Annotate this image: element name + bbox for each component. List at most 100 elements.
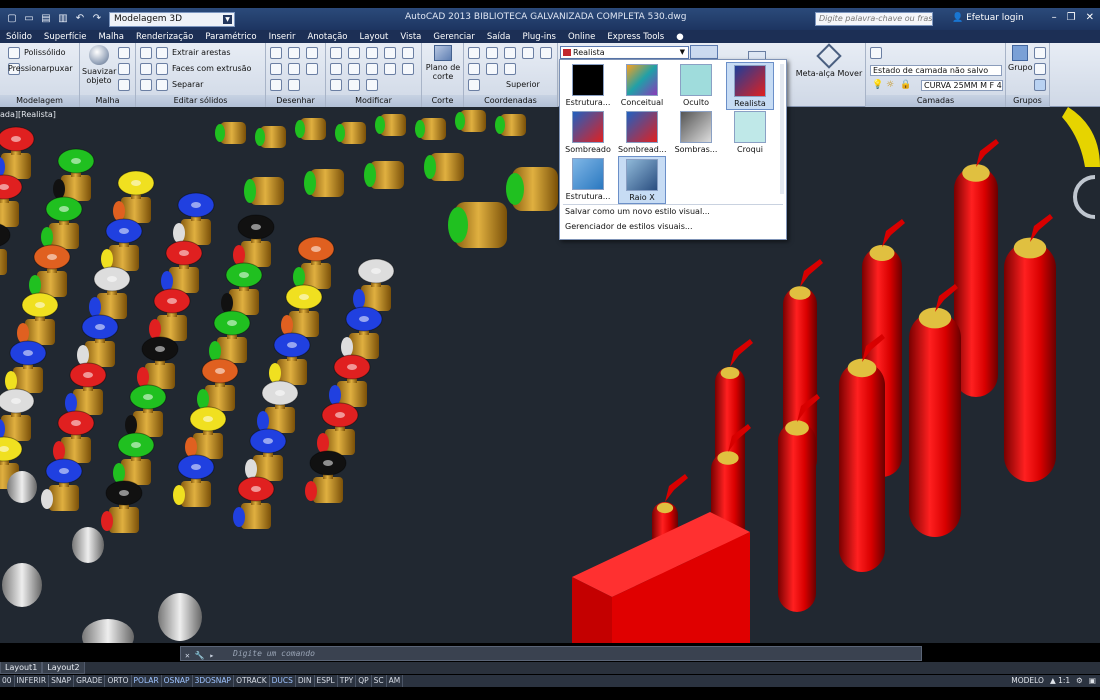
new-icon[interactable]: ▢	[6, 13, 18, 25]
union-icon[interactable]	[140, 47, 152, 59]
menu-tab-6[interactable]: Anotação	[301, 32, 353, 42]
workspace-dropdown[interactable]: Modelagem 3D ▼	[109, 11, 235, 27]
mirror-icon[interactable]	[384, 47, 396, 59]
interfere-icon[interactable]	[156, 79, 168, 91]
stretch-icon[interactable]	[366, 79, 378, 91]
status-toggle-otrack[interactable]: OTRACK	[234, 675, 270, 687]
lightbulb-icon[interactable]: 💡	[872, 80, 883, 90]
presspull-label[interactable]: Pressionarpuxar	[8, 64, 73, 73]
visual-style-8[interactable]: Croqui	[726, 109, 774, 157]
status-toggle-3dosnap[interactable]: 3DOSNAP	[193, 675, 235, 687]
visual-style-tool-icon[interactable]	[690, 45, 718, 59]
visual-style-combobox[interactable]: Realista ▼	[560, 46, 689, 59]
command-line[interactable]: ✕ 🔧 ▸ Digite um comando	[180, 646, 922, 661]
ucs-world-icon[interactable]	[486, 47, 498, 59]
visual-style-6[interactable]: Sombread...	[618, 109, 667, 157]
dropdown-scrollbar[interactable]	[780, 64, 784, 194]
copy-icon[interactable]	[366, 47, 378, 59]
move-icon[interactable]	[330, 47, 342, 59]
circle-icon[interactable]	[270, 63, 282, 75]
visual-style-4[interactable]: Realista	[726, 62, 774, 110]
lock-icon[interactable]: 🔒	[900, 80, 911, 90]
ungroup-icon[interactable]	[1034, 47, 1046, 59]
ucs-origin-icon[interactable]	[504, 47, 516, 59]
array-icon[interactable]	[330, 63, 342, 75]
menu-tab-7[interactable]: Layout	[354, 32, 395, 42]
menu-tab-4[interactable]: Paramétrico	[199, 32, 262, 42]
status-toggle-sc[interactable]: SC	[372, 675, 387, 687]
offset-icon[interactable]	[384, 63, 396, 75]
minimize-icon[interactable]: –	[1052, 12, 1057, 23]
rotate-icon[interactable]	[348, 47, 360, 59]
thicken-icon[interactable]	[156, 63, 168, 75]
ellipse-icon[interactable]	[306, 63, 318, 75]
extrude-faces-button[interactable]: Faces com extrusão	[172, 64, 251, 73]
drawing-viewport[interactable]: ada][Realista]	[0, 107, 1100, 643]
menu-tab-12[interactable]: Online	[562, 32, 601, 42]
menu-tab-9[interactable]: Gerenciar	[427, 32, 480, 42]
menu-tab-8[interactable]: Vista	[394, 32, 427, 42]
status-toggle-tpy[interactable]: TPY	[338, 675, 357, 687]
redo-icon[interactable]: ↷	[91, 13, 103, 25]
section-plane-button[interactable]: Plano de corte	[424, 45, 462, 81]
layer-state-dropdown[interactable]: Estado de camada não salvo	[870, 65, 1002, 76]
ucs-view-icon[interactable]	[504, 63, 516, 75]
separate-button[interactable]: Separar	[172, 80, 203, 89]
view-superior-dropdown[interactable]: Superior	[506, 80, 540, 89]
visual-style-2[interactable]: Conceitual	[618, 62, 666, 110]
erase-icon[interactable]	[402, 63, 414, 75]
menu-tab-11[interactable]: Plug-ins	[516, 32, 562, 42]
align-icon[interactable]	[330, 79, 342, 91]
trim-icon[interactable]	[366, 63, 378, 75]
status-toggle-am[interactable]: AM	[387, 675, 404, 687]
move-gizmo-button[interactable]: Meta-alça Mover	[794, 43, 864, 78]
save-visual-style-link[interactable]: Salvar como um novo estilo visual...	[565, 207, 710, 216]
rectangle-icon[interactable]	[288, 63, 300, 75]
layout-tab-1[interactable]: Layout1	[0, 662, 43, 674]
menu-tab-0[interactable]: Sólido	[0, 32, 38, 42]
status-toggle-espl[interactable]: ESPL	[315, 675, 338, 687]
visual-style-3[interactable]: Oculto	[672, 62, 720, 110]
model-space-button[interactable]: MODELO	[1011, 675, 1044, 687]
login-button[interactable]: 👤 Efetuar login	[952, 13, 1024, 23]
mesh-refine-icon[interactable]	[118, 79, 130, 91]
subtract-icon[interactable]	[140, 63, 152, 75]
explode-icon[interactable]	[348, 79, 360, 91]
ucs-3point-icon[interactable]	[540, 47, 552, 59]
status-toggle-polar[interactable]: POLAR	[132, 675, 162, 687]
visual-style-7[interactable]: Sombras...	[672, 109, 720, 157]
fillet-icon[interactable]	[402, 47, 414, 59]
viewport-label[interactable]: ada][Realista]	[0, 110, 56, 119]
spline-icon[interactable]	[288, 79, 300, 91]
group-button[interactable]: Grupo	[1008, 45, 1033, 72]
extract-edges-button[interactable]: Extrair arestas	[172, 48, 230, 57]
menu-tab-5[interactable]: Inserir	[263, 32, 302, 42]
status-toggle-inferir[interactable]: INFERIR	[15, 675, 50, 687]
current-layer-dropdown[interactable]: CURVA 25MM M F 4	[921, 80, 1003, 91]
print-icon[interactable]: ▥	[57, 13, 69, 25]
visual-style-manager-link[interactable]: Gerenciador de estilos visuais...	[565, 222, 693, 231]
save-icon[interactable]: ▤	[40, 13, 52, 25]
visual-style-1[interactable]: Estrutura...	[564, 62, 612, 110]
menu-tab-13[interactable]: Express Tools	[601, 32, 670, 42]
arc-icon[interactable]	[306, 47, 318, 59]
status-toggle-qp[interactable]: QP	[356, 675, 372, 687]
polysolid-label[interactable]: Polissólido	[24, 48, 66, 57]
mesh-cylinder-icon[interactable]	[118, 63, 130, 75]
undo-icon[interactable]: ↶	[74, 13, 86, 25]
ucs-z-icon[interactable]	[522, 47, 534, 59]
menu-tab-3[interactable]: Renderização	[130, 32, 199, 42]
group-edit-icon[interactable]	[1034, 63, 1046, 75]
group-select-icon[interactable]	[1034, 79, 1046, 91]
status-toggle-osnap[interactable]: OSNAP	[162, 675, 193, 687]
open-icon[interactable]: ▭	[23, 13, 35, 25]
restore-icon[interactable]: ❐	[1067, 12, 1076, 23]
smooth-object-button[interactable]: Suavizar objeto	[82, 45, 116, 85]
command-input[interactable]: Digite um comando	[233, 649, 315, 658]
workspace-icon[interactable]: ▣	[1089, 675, 1096, 687]
visual-style-9[interactable]: Estrutura...	[564, 156, 612, 204]
status-toggle-din[interactable]: DIN	[296, 675, 315, 687]
status-toggle-snap[interactable]: SNAP	[49, 675, 75, 687]
visual-style-5[interactable]: Sombreado	[564, 109, 612, 157]
settings-icon[interactable]: ⚙	[1076, 675, 1083, 687]
